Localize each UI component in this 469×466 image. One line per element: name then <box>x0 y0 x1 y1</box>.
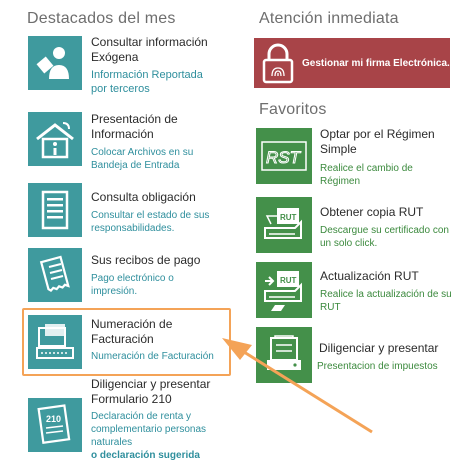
tile-formulario-210[interactable]: 210 <box>28 398 82 452</box>
tile-recibos-pago[interactable] <box>28 248 82 302</box>
rut-copy-tile-text: RUT <box>280 213 297 222</box>
fav-desc-regimen[interactable]: Realice el cambio de Régimen <box>320 162 450 188</box>
tile-presentacion-informacion[interactable] <box>28 112 82 166</box>
section-title-destacados: Destacados del mes <box>27 10 176 27</box>
rut-update-tile-text: RUT <box>280 276 297 285</box>
item-title-obligacion[interactable]: Consulta obligación <box>91 190 221 205</box>
item-title-presentacion[interactable]: Presentación de Información <box>91 112 221 142</box>
tile-consulta-obligacion[interactable] <box>28 183 82 237</box>
person-document-icon <box>36 47 69 79</box>
rst-tile-text: RST <box>266 148 302 167</box>
section-title-favoritos: Favoritos <box>259 101 327 118</box>
rut-update-icon: RUT <box>264 271 302 311</box>
fav-title-diligenciar[interactable]: Diligenciar y presentar <box>319 341 454 356</box>
fav-title-regimen[interactable]: Optar por el Régimen Simple <box>320 127 450 157</box>
fav-title-copia-rut[interactable]: Obtener copia RUT <box>320 205 450 220</box>
item-title-recibos[interactable]: Sus recibos de pago <box>91 253 221 268</box>
tile-copia-rut[interactable]: RUT <box>256 197 312 253</box>
declaracion-sugerida-link[interactable]: o declaración sugerida <box>91 450 200 461</box>
form-210-icon: 210 <box>37 404 71 445</box>
rut-copy-icon: RUT <box>264 208 302 239</box>
tile-diligenciar-presentar[interactable] <box>256 327 312 383</box>
form-210-tile-text: 210 <box>46 414 61 424</box>
fav-desc-diligenciar[interactable]: Presentacion de impuestos <box>317 360 452 373</box>
printer-receipt-icon <box>267 335 301 370</box>
lock-fingerprint-icon <box>262 43 294 84</box>
tile-regimen-simple[interactable]: RST <box>256 128 312 184</box>
electronic-signature-banner[interactable]: Gestionar mi firma Electrónica. <box>254 38 450 88</box>
checklist-icon <box>41 190 69 230</box>
fav-desc-actualizacion[interactable]: Realice la actualización de su RUT <box>320 288 455 314</box>
item-title-exogena[interactable]: Consultar información Exógena <box>91 35 221 65</box>
fav-title-actualizacion[interactable]: Actualización RUT <box>320 269 450 284</box>
house-info-icon <box>36 122 74 159</box>
item-desc-formulario[interactable]: Declaración de renta y complementario pe… <box>91 410 221 449</box>
highlight-box <box>22 308 231 376</box>
item-title-formulario[interactable]: Diligenciar y presentar Formulario 210 <box>91 377 221 407</box>
item-desc-recibos[interactable]: Pago electrónico o impresión. <box>91 272 221 298</box>
receipt-icon <box>39 255 70 292</box>
tile-actualizacion-rut[interactable]: RUT <box>256 262 312 318</box>
item-desc-obligacion[interactable]: Consultar el estado de sus responsabilid… <box>91 209 221 235</box>
section-title-atencion: Atención inmediata <box>259 10 399 27</box>
item-desc-presentacion[interactable]: Colocar Archivos en su Bandeja de Entrad… <box>91 146 221 172</box>
tile-consultar-exogena[interactable] <box>28 36 82 90</box>
banner-label: Gestionar mi firma Electrónica. <box>302 57 450 69</box>
item-desc-exogena[interactable]: Información Reportada por terceros <box>91 68 221 96</box>
fav-desc-copia-rut[interactable]: Descargue su certificado con un solo cli… <box>320 224 455 250</box>
rst-icon: RST <box>261 141 307 171</box>
